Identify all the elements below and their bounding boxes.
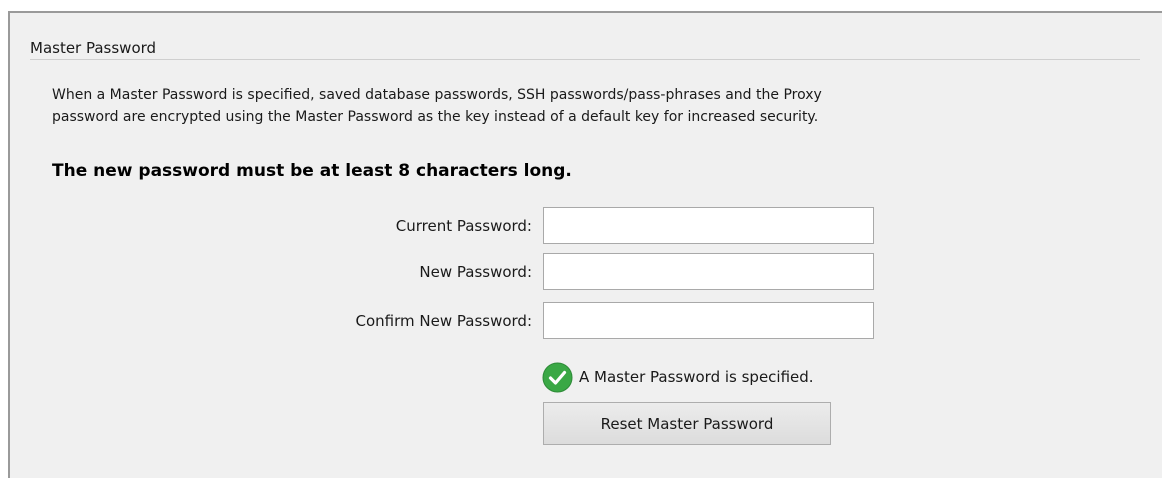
description-line-1: When a Master Password is specified, sav… [52, 87, 822, 103]
confirm-password-label: Confirm New Password: [355, 312, 533, 330]
check-circle-icon [542, 362, 573, 393]
status-text: A Master Password is specified. [579, 368, 814, 386]
description-text: When a Master Password is specified, sav… [52, 84, 1112, 128]
description-line-2: password are encrypted using the Master … [52, 109, 819, 125]
group-separator-line [30, 59, 1140, 60]
new-password-input[interactable] [543, 253, 874, 290]
status-message: A Master Password is specified. [542, 361, 814, 393]
current-password-input[interactable] [543, 207, 874, 244]
current-password-label: Current Password: [395, 217, 532, 235]
group-title: Master Password [30, 38, 161, 58]
password-requirement: The new password must be at least 8 char… [52, 161, 572, 181]
new-password-label: New Password: [419, 263, 532, 281]
reset-master-password-button[interactable]: Reset Master Password [543, 402, 831, 445]
confirm-password-input[interactable] [543, 302, 874, 339]
